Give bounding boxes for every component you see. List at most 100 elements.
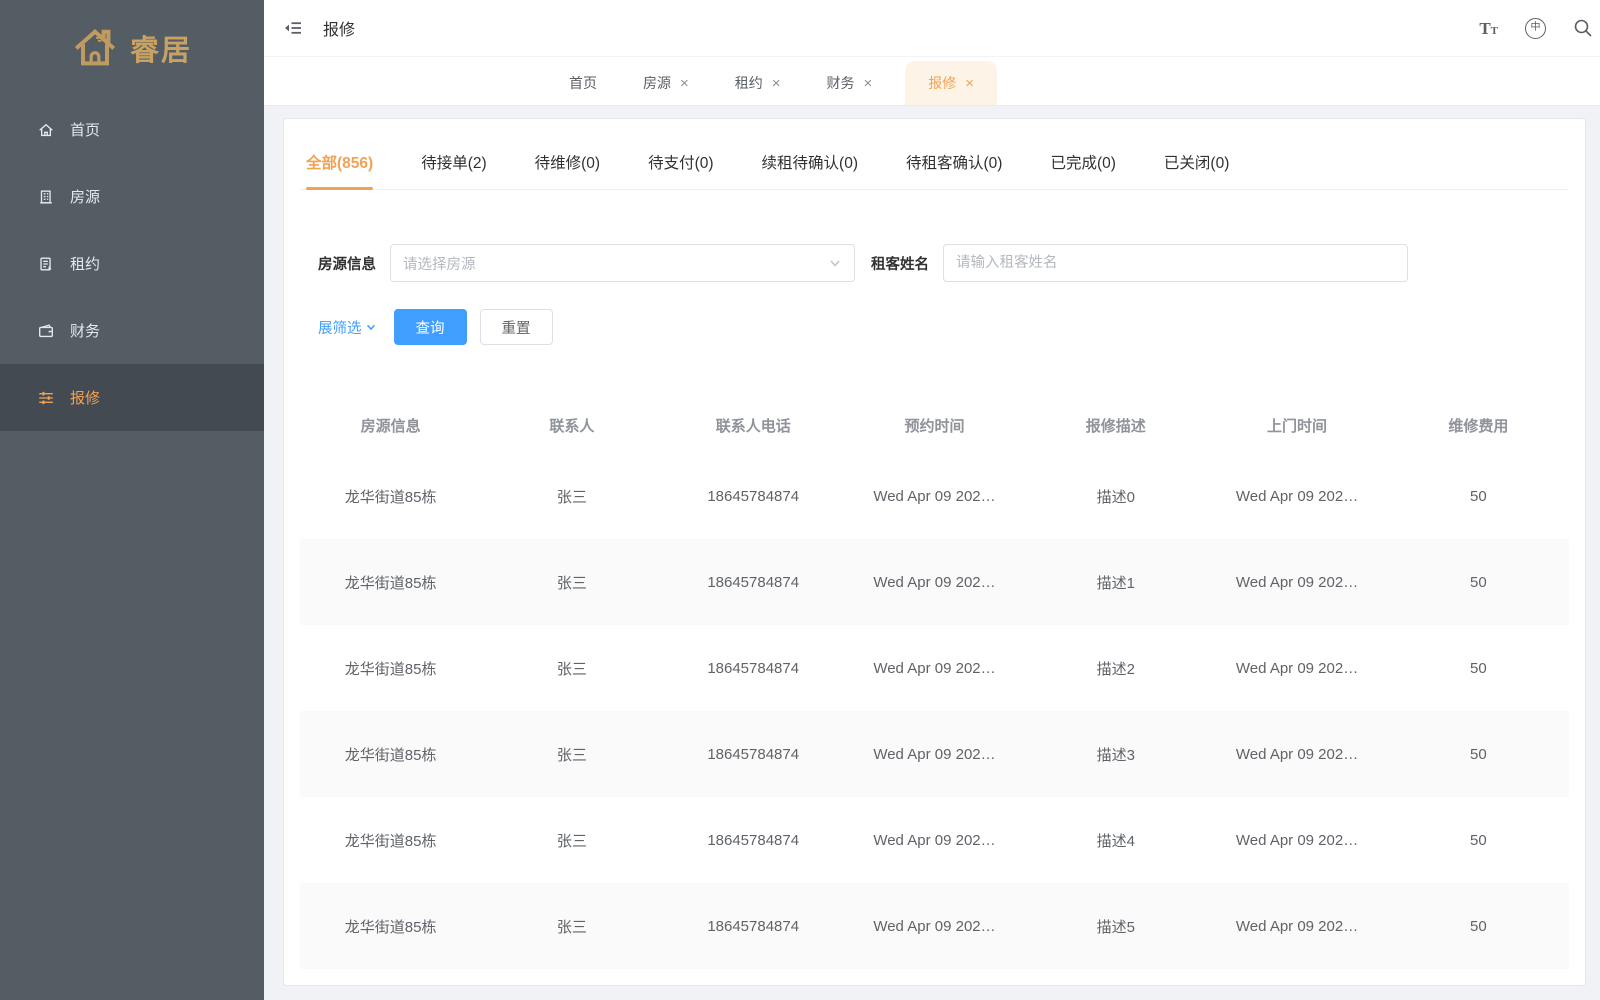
action-row: 展筛选 查询 重置 — [300, 309, 1569, 345]
table-cell: 龙华街道85栋 — [300, 658, 481, 679]
table-cell: 描述4 — [1025, 830, 1206, 851]
brand-house-icon — [72, 25, 118, 71]
table-row[interactable]: 龙华街道85栋张三18645784874Wed Apr 09 202…描述2We… — [300, 625, 1569, 711]
chevron-down-icon — [365, 321, 377, 333]
collapse-sidebar-icon[interactable] — [283, 17, 305, 39]
table-cell: Wed Apr 09 202… — [1206, 746, 1387, 763]
lease-icon — [37, 255, 55, 273]
table-cell: 张三 — [481, 916, 662, 937]
table-cell: 18645784874 — [663, 832, 844, 849]
tag-label: 首页 — [569, 73, 597, 93]
table-row[interactable]: 龙华街道85栋张三18645784874Wed Apr 09 202…描述3We… — [300, 711, 1569, 797]
table-cell: 50 — [1388, 488, 1569, 505]
status-tab-tenant-confirm[interactable]: 待租客确认(0) — [906, 151, 1002, 189]
status-tab-pending-accept[interactable]: 待接单(2) — [421, 151, 486, 189]
tagview-track: 首页房源×租约×财务×报修× — [556, 61, 997, 105]
filter-row: 房源信息 请选择房源 租客姓名 — [300, 244, 1569, 282]
topbar: 报修 TT 中 — [264, 0, 1600, 57]
sidebar-item-houses[interactable]: 房源 — [0, 163, 264, 230]
table-cell: 18645784874 — [663, 746, 844, 763]
font-size-icon[interactable]: TT — [1479, 20, 1498, 37]
content: 全部(856) 待接单(2) 待维修(0) 待支付(0) 续租待确认(0) 待租客确认(0… — [264, 106, 1600, 1000]
search-button[interactable]: 查询 — [394, 309, 467, 345]
close-icon[interactable]: × — [864, 76, 873, 91]
house-select-placeholder: 请选择房源 — [403, 253, 828, 274]
tag-label: 房源 — [643, 73, 671, 93]
table-cell: 龙华街道85栋 — [300, 744, 481, 765]
table-row[interactable]: 龙华街道85栋张三18645784874Wed Apr 09 202…描述4We… — [300, 797, 1569, 883]
table-cell: 龙华街道85栋 — [300, 572, 481, 593]
table-cell: 描述2 — [1025, 658, 1206, 679]
table-cell: 描述1 — [1025, 572, 1206, 593]
close-icon[interactable]: × — [965, 76, 974, 91]
brand-logo[interactable]: 睿居 — [0, 0, 264, 96]
table-cell: 龙华街道85栋 — [300, 916, 481, 937]
reset-button[interactable]: 重置 — [480, 309, 553, 345]
table-cell: 描述0 — [1025, 486, 1206, 507]
table-row[interactable]: 龙华街道85栋张三18645784874Wed Apr 09 202…描述5We… — [300, 883, 1569, 969]
table-cell: Wed Apr 09 202… — [844, 746, 1025, 763]
page-title: 报修 — [323, 16, 355, 40]
sidebar-item-finance[interactable]: 财务 — [0, 297, 264, 364]
language-icon[interactable]: 中 — [1525, 18, 1546, 39]
sidebar-item-home[interactable]: 首页 — [0, 96, 264, 163]
status-tab-renew-confirm[interactable]: 续租待确认(0) — [762, 151, 858, 189]
sidebar-item-label: 房源 — [70, 186, 100, 207]
house-select[interactable]: 请选择房源 — [390, 244, 855, 282]
app-root: 睿居 首页房源租约财务报修 报修 TT 中 — [0, 0, 1600, 1000]
tag-repair[interactable]: 报修 × — [905, 61, 997, 105]
table-cell: 50 — [1388, 746, 1569, 763]
table-cell: Wed Apr 09 202… — [844, 918, 1025, 935]
tag-finance[interactable]: 财务× — [814, 61, 886, 105]
table-row[interactable]: 龙华街道85栋张三18645784874Wed Apr 09 202…描述0We… — [300, 453, 1569, 539]
table-cell: 50 — [1388, 660, 1569, 677]
table-cell: 18645784874 — [663, 574, 844, 591]
status-tab-pending-repair[interactable]: 待维修(0) — [535, 151, 600, 189]
status-tab-all[interactable]: 全部(856) — [306, 151, 373, 189]
brand-name: 睿居 — [130, 27, 192, 69]
column-header: 报修描述 — [1025, 415, 1206, 436]
table-cell: 50 — [1388, 918, 1569, 935]
status-tabs: 全部(856) 待接单(2) 待维修(0) 待支付(0) 续租待确认(0) 待租客确认(0… — [300, 119, 1569, 190]
finance-icon — [37, 322, 55, 340]
table-cell: 描述3 — [1025, 744, 1206, 765]
tenant-name-input[interactable] — [943, 244, 1408, 282]
column-header: 联系人电话 — [663, 415, 844, 436]
tagview-bar: 首页房源×租约×财务×报修× — [264, 57, 1600, 106]
tag-houses[interactable]: 房源 × — [630, 61, 702, 105]
sidebar-item-repair[interactable]: 报修 — [0, 364, 264, 431]
tag-home[interactable]: 首页 — [556, 61, 610, 105]
table-header: 房源信息联系人联系人电话预约时间报修描述上门时间维修费用 — [300, 397, 1569, 453]
search-icon[interactable] — [1573, 18, 1593, 38]
table-cell: Wed Apr 09 202… — [1206, 488, 1387, 505]
table-cell: Wed Apr 09 202… — [1206, 574, 1387, 591]
table-row[interactable]: 龙华街道85栋张三18645784874Wed Apr 09 202…描述1We… — [300, 539, 1569, 625]
repair-icon — [37, 389, 55, 407]
sidebar-item-lease[interactable]: 租约 — [0, 230, 264, 297]
table-cell: 张三 — [481, 744, 662, 765]
close-icon[interactable]: × — [772, 76, 781, 91]
column-header: 房源信息 — [300, 415, 481, 436]
main-area: 报修 TT 中 首页房源×租约×财务×报修× 全部(856)待接单(2)待维修(… — [264, 0, 1600, 1000]
column-header: 上门时间 — [1206, 415, 1387, 436]
sidebar-item-label: 首页 — [70, 119, 100, 140]
table-body: 龙华街道85栋张三18645784874Wed Apr 09 202…描述0We… — [300, 453, 1569, 969]
status-tab-closed[interactable]: 已关闭(0) — [1164, 151, 1229, 189]
sidebar-item-label: 财务 — [70, 320, 100, 341]
sidebar-item-label: 报修 — [70, 387, 100, 408]
table-cell: Wed Apr 09 202… — [844, 660, 1025, 677]
table-cell: 张三 — [481, 658, 662, 679]
home-icon — [37, 121, 55, 139]
table-cell: 张三 — [481, 486, 662, 507]
table-cell: 张三 — [481, 572, 662, 593]
status-tab-finished[interactable]: 已完成(0) — [1050, 151, 1115, 189]
tag-label: 报修 — [928, 73, 956, 93]
sidebar: 睿居 首页房源租约财务报修 — [0, 0, 264, 1000]
expand-filters-link[interactable]: 展筛选 — [318, 317, 377, 338]
status-tab-pending-pay[interactable]: 待支付(0) — [648, 151, 713, 189]
close-icon[interactable]: × — [680, 76, 689, 91]
chevron-down-icon — [828, 256, 842, 270]
table-cell: 龙华街道85栋 — [300, 486, 481, 507]
tag-lease[interactable]: 租约× — [722, 61, 794, 105]
table-cell: Wed Apr 09 202… — [1206, 918, 1387, 935]
